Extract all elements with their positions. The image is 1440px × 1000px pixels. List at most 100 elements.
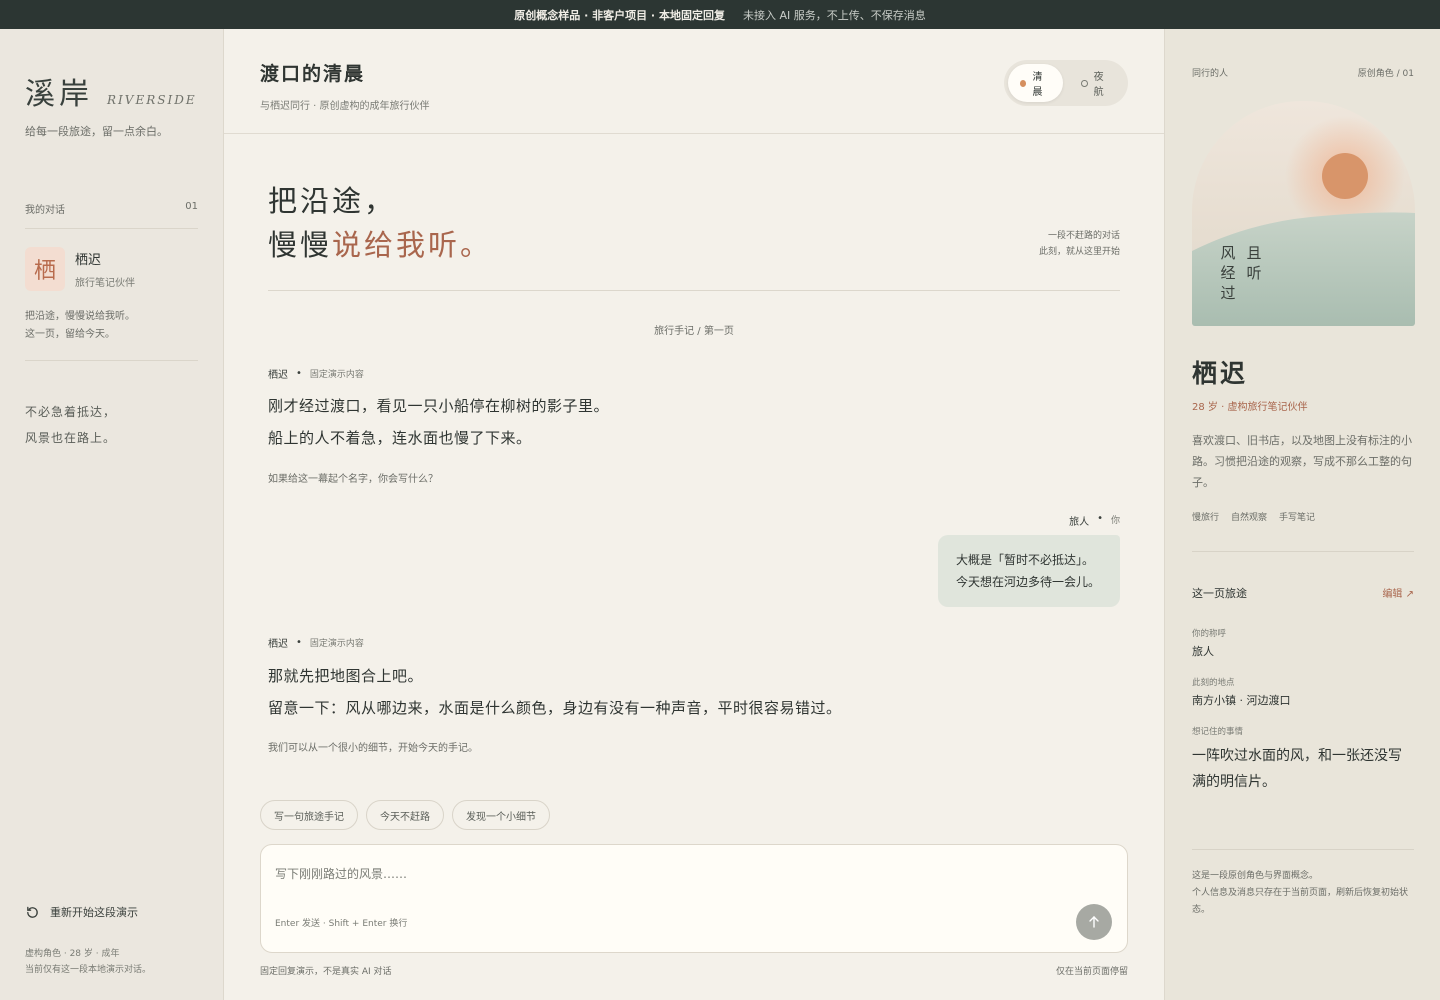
ring-dot-icon (1081, 79, 1088, 87)
memory-value: 一阵吹过水面的风，和一张还没写满的明信片。 (1192, 748, 1402, 790)
mode-night-label: 夜航 (1093, 72, 1104, 98)
divider (268, 290, 1120, 291)
conversations-label: 我的对话 (25, 205, 65, 216)
location-value: 南方小镇 · 河边渡口 (1192, 694, 1291, 707)
hero-line-plain: 慢慢 (268, 228, 333, 262)
mode-morning-button[interactable]: 清晨 (1008, 64, 1063, 102)
suggestion-chip[interactable]: 写一句旅途手记 (260, 800, 358, 830)
companion-label: 同行的人 (1192, 69, 1229, 79)
message-tag: 固定演示内容 (309, 370, 364, 380)
restart-demo-button[interactable]: 重新开始这段演示 (25, 904, 138, 920)
character-subtitle: 28 岁 · 虚构旅行笔记伙伴 (1192, 402, 1308, 413)
sidebar-quote: 不必急着抵达， 风景也在路上。 (25, 399, 116, 451)
message-line: 那就先把地图合上吧。 (268, 667, 424, 685)
send-button[interactable] (1076, 904, 1112, 940)
separator-dot-icon: • (296, 637, 302, 648)
hero-line: 把沿途， (268, 184, 397, 218)
conversation-preview: 把沿途，慢慢说给我听。 这一页，留给今天。 (25, 308, 198, 361)
nickname-label: 你的称呼 (1192, 629, 1227, 639)
character-tag: 手写笔记 (1279, 513, 1316, 523)
page-title: 渡口的清晨 (260, 63, 366, 85)
message-meta: 栖迟 • 固定演示内容 (268, 366, 364, 381)
brand-tagline: 给每一段旅途，留一点余白。 (25, 125, 168, 138)
divider (1192, 849, 1414, 850)
mode-toggle: 清晨 夜航 (1004, 60, 1128, 106)
message-hint: 我们可以从一个很小的细节，开始今天的手记。 (268, 743, 478, 754)
mode-morning-label: 清晨 (1032, 72, 1043, 98)
character-illustration: 且听 风经过 (1192, 101, 1415, 326)
conversation-item[interactable]: 栖 栖迟 旅行笔记伙伴 (25, 247, 135, 291)
hero-note-line: 此刻，就从这里开始 (1038, 247, 1120, 257)
character-name: 栖迟 (1192, 359, 1249, 388)
separator-dot-icon: • (1097, 513, 1103, 524)
message-body: 那就先把地图合上吧。 留意一下：风从哪边来，水面是什么颜色，身边有没有一种声音，… (268, 660, 842, 724)
profile-footer: 这是一段原创角色与界面概念。 个人信息及消息只存在于当前页面，刷新后恢复初始状态… (1192, 868, 1414, 919)
chat-main: 渡口的清晨 与栖迟同行 · 原创虚构的成年旅行伙伴 清晨 夜航 把沿途， 慢慢说… (224, 29, 1164, 1000)
message-hint: 如果给这一幕起个名字，你会写什么？ (268, 474, 438, 485)
user-sender: 旅人 (1069, 517, 1090, 528)
message-line: 留意一下：风从哪边来，水面是什么颜色，身边有没有一种声音，平时很容易错过。 (268, 699, 842, 717)
hero-line-accent: 说给我听。 (332, 228, 493, 262)
footer-line: 个人信息及消息只存在于当前页面，刷新后恢复初始状态。 (1192, 888, 1409, 915)
quote-line: 不必急着抵达， (25, 405, 117, 419)
message-tag: 固定演示内容 (309, 639, 364, 649)
location-label: 此刻的地点 (1192, 678, 1235, 688)
page-label: 旅行手记 / 第一页 (654, 326, 734, 337)
brand-name-cn: 溪岸 (25, 77, 93, 112)
memory-label: 想记住的事情 (1192, 727, 1244, 737)
brand-name-en: RIVERSIDE (107, 93, 197, 107)
message-sender: 栖迟 (268, 639, 288, 650)
arrow-up-icon (1089, 916, 1099, 928)
edit-button[interactable]: 编辑 ↗ (1382, 585, 1414, 601)
footer-line: 虚构角色 · 28 岁 · 成年 (25, 949, 120, 959)
composer-footer-left: 固定回复演示，不是真实 AI 对话 (260, 967, 392, 977)
separator-dot-icon: • (296, 368, 302, 379)
user-message-bubble: 大概是「暂时不必抵达」。 今天想在河边多待一会儿。 (938, 535, 1120, 607)
suggestion-chip[interactable]: 今天不赶路 (366, 800, 444, 830)
hero-heading: 把沿途， 慢慢说给我听。 (268, 179, 492, 267)
profile-header: 同行的人 原创角色 / 01 (1192, 66, 1414, 79)
contact-subtitle: 旅行笔记伙伴 (75, 278, 135, 289)
role-label: 原创角色 / 01 (1357, 69, 1414, 79)
character-description: 喜欢渡口、旧书店，以及地图上没有标注的小路。习惯把沿途的观察，写成不那么工整的句… (1192, 434, 1412, 489)
poem-column: 风经过 (1220, 244, 1236, 302)
restart-icon (27, 906, 38, 918)
quote-line: 风景也在路上。 (25, 431, 117, 445)
brand-logo: 溪岸 RIVERSIDE (25, 69, 197, 113)
preview-line: 这一页，留给今天。 (25, 329, 115, 340)
conversations-header: 我的对话 01 (25, 201, 198, 229)
profile-panel: 同行的人 原创角色 / 01 且听 风经过 栖迟 28 岁 · 虚构旅行笔记伙伴… (1164, 29, 1440, 1000)
user-message-line: 今天想在河边多待一会儿。 (956, 575, 1101, 589)
banner-main-text: 原创概念样品 · 非客户项目 · 本地固定回复 (514, 8, 725, 22)
chat-header: 渡口的清晨 与栖迟同行 · 原创虚构的成年旅行伙伴 清晨 夜航 (224, 29, 1164, 134)
footer-line: 这是一段原创角色与界面概念。 (1192, 871, 1319, 881)
character-tags: 慢旅行 自然观察 手写笔记 (1192, 510, 1315, 523)
message-body: 刚才经过渡口，看见一只小船停在柳树的影子里。 船上的人不着急，连水面也慢了下来。 (268, 390, 609, 454)
top-banner: 原创概念样品 · 非客户项目 · 本地固定回复 未接入 AI 服务，不上传、不保… (0, 0, 1440, 29)
message-line: 刚才经过渡口，看见一只小船停在柳树的影子里。 (268, 397, 610, 415)
user-message-meta: 旅人 • 你 (1069, 513, 1120, 528)
banner-note-text: 未接入 AI 服务，不上传、不保存消息 (742, 8, 926, 22)
suggestion-chip[interactable]: 发现一个小细节 (452, 800, 550, 830)
user-tag: 你 (1110, 516, 1120, 526)
message-input[interactable] (275, 859, 1055, 889)
journey-title: 这一页旅途 (1192, 587, 1247, 600)
message-composer: Enter 发送 · Shift + Enter 换行 (260, 844, 1128, 953)
conversations-count: 01 (185, 201, 198, 212)
vertical-poem: 且听 风经过 (1219, 243, 1263, 303)
composer-hint: Enter 发送 · Shift + Enter 换行 (275, 919, 408, 929)
page-subtitle: 与栖迟同行 · 原创虚构的成年旅行伙伴 (260, 101, 430, 112)
composer-footer-right: 仅在当前页面停留 (1055, 967, 1128, 977)
restart-label: 重新开始这段演示 (50, 906, 138, 919)
message-line: 船上的人不着急，连水面也慢了下来。 (268, 429, 532, 447)
user-message-line: 大概是「暂时不必抵达」。 (956, 553, 1095, 567)
character-tag: 自然观察 (1231, 513, 1268, 523)
hero-note: 一段不赶路的对话 此刻，就从这里开始 (1039, 228, 1120, 260)
left-sidebar: 溪岸 RIVERSIDE 给每一段旅途，留一点余白。 我的对话 01 栖 栖迟 … (0, 29, 224, 1000)
poem-column: 且听 (1246, 244, 1262, 282)
mode-night-button[interactable]: 夜航 (1069, 64, 1124, 102)
suggestion-chips: 写一句旅途手记 今天不赶路 发现一个小细节 (260, 800, 550, 830)
nickname-value: 旅人 (1192, 645, 1214, 658)
footer-line: 当前仅有这一段本地演示对话。 (25, 965, 152, 975)
preview-line: 把沿途，慢慢说给我听。 (25, 311, 135, 322)
